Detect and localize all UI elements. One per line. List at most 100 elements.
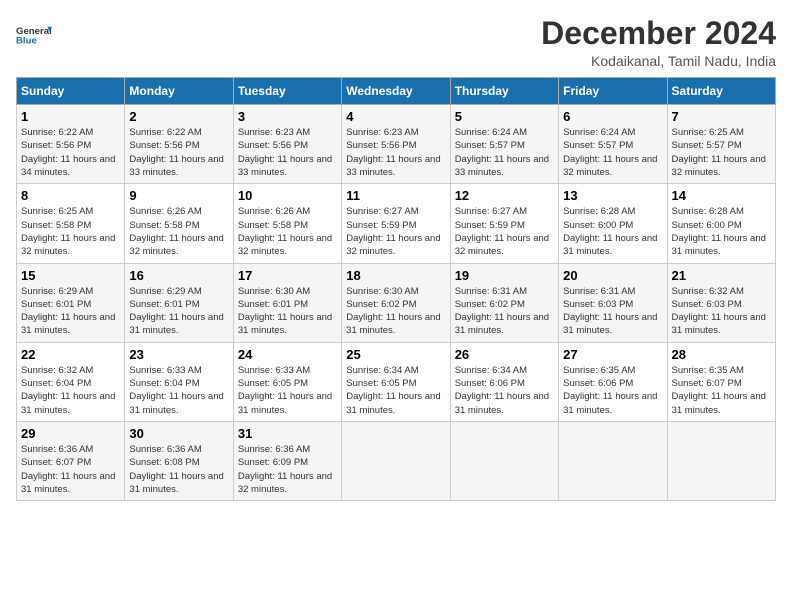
day-detail: Sunrise: 6:26 AMSunset: 5:58 PMDaylight:… bbox=[129, 205, 228, 258]
day-number: 1 bbox=[21, 109, 120, 124]
day-number: 23 bbox=[129, 347, 228, 362]
day-cell-30: 30 Sunrise: 6:36 AMSunset: 6:08 PMDayligh… bbox=[125, 421, 233, 500]
day-header-sunday: Sunday bbox=[17, 78, 125, 105]
day-number: 19 bbox=[455, 268, 554, 283]
week-row-5: 29 Sunrise: 6:36 AMSunset: 6:07 PMDayligh… bbox=[17, 421, 776, 500]
week-row-1: 1 Sunrise: 6:22 AMSunset: 5:56 PMDaylight… bbox=[17, 105, 776, 184]
day-header-tuesday: Tuesday bbox=[233, 78, 341, 105]
day-detail: Sunrise: 6:28 AMSunset: 6:00 PMDaylight:… bbox=[672, 205, 771, 258]
day-detail: Sunrise: 6:23 AMSunset: 5:56 PMDaylight:… bbox=[238, 126, 337, 179]
day-number: 30 bbox=[129, 426, 228, 441]
day-cell-2: 2 Sunrise: 6:22 AMSunset: 5:56 PMDaylight… bbox=[125, 105, 233, 184]
day-number: 14 bbox=[672, 188, 771, 203]
day-cell-19: 19Sunrise: 6:31 AMSunset: 6:02 PMDayligh… bbox=[450, 263, 558, 342]
day-header-monday: Monday bbox=[125, 78, 233, 105]
day-cell-13: 13 Sunrise: 6:28 AMSunset: 6:00 PMDayligh… bbox=[559, 184, 667, 263]
day-number: 27 bbox=[563, 347, 662, 362]
day-cell-15: 15 Sunrise: 6:29 AMSunset: 6:01 PMDayligh… bbox=[17, 263, 125, 342]
day-detail: Sunrise: 6:25 AMSunset: 5:57 PMDaylight:… bbox=[672, 126, 771, 179]
week-row-4: 22 Sunrise: 6:32 AMSunset: 6:04 PMDayligh… bbox=[17, 342, 776, 421]
day-cell-1: 1 Sunrise: 6:22 AMSunset: 5:56 PMDaylight… bbox=[17, 105, 125, 184]
day-cell-11: 11 Sunrise: 6:27 AMSunset: 5:59 PMDayligh… bbox=[342, 184, 450, 263]
week-row-2: 8Sunrise: 6:25 AMSunset: 5:58 PMDaylight… bbox=[17, 184, 776, 263]
day-detail: Sunrise: 6:30 AMSunset: 6:01 PMDaylight:… bbox=[238, 285, 337, 338]
day-number: 3 bbox=[238, 109, 337, 124]
logo: General Blue bbox=[16, 16, 52, 52]
day-detail: Sunrise: 6:36 AMSunset: 6:07 PMDaylight:… bbox=[21, 443, 120, 496]
day-detail: Sunrise: 6:33 AMSunset: 6:05 PMDaylight:… bbox=[238, 364, 337, 417]
day-number: 21 bbox=[672, 268, 771, 283]
day-number: 10 bbox=[238, 188, 337, 203]
day-number: 11 bbox=[346, 188, 445, 203]
day-detail: Sunrise: 6:36 AMSunset: 6:09 PMDaylight:… bbox=[238, 443, 337, 496]
day-cell-28: 28 Sunrise: 6:35 AMSunset: 6:07 PMDayligh… bbox=[667, 342, 775, 421]
day-cell-6: 6 Sunrise: 6:24 AMSunset: 5:57 PMDaylight… bbox=[559, 105, 667, 184]
day-number: 13 bbox=[563, 188, 662, 203]
day-detail: Sunrise: 6:32 AMSunset: 6:04 PMDaylight:… bbox=[21, 364, 120, 417]
day-number: 9 bbox=[129, 188, 228, 203]
day-number: 29 bbox=[21, 426, 120, 441]
day-detail: Sunrise: 6:27 AMSunset: 5:59 PMDaylight:… bbox=[346, 205, 445, 258]
day-number: 28 bbox=[672, 347, 771, 362]
day-cell-5: 5 Sunrise: 6:24 AMSunset: 5:57 PMDaylight… bbox=[450, 105, 558, 184]
day-detail: Sunrise: 6:22 AMSunset: 5:56 PMDaylight:… bbox=[129, 126, 228, 179]
day-detail: Sunrise: 6:35 AMSunset: 6:06 PMDaylight:… bbox=[563, 364, 662, 417]
day-cell-23: 23 Sunrise: 6:33 AMSunset: 6:04 PMDayligh… bbox=[125, 342, 233, 421]
day-cell-17: 17Sunrise: 6:30 AMSunset: 6:01 PMDayligh… bbox=[233, 263, 341, 342]
calendar-header-row: SundayMondayTuesdayWednesdayThursdayFrid… bbox=[17, 78, 776, 105]
day-number: 5 bbox=[455, 109, 554, 124]
day-number: 25 bbox=[346, 347, 445, 362]
svg-text:Blue: Blue bbox=[16, 36, 37, 47]
day-detail: Sunrise: 6:34 AMSunset: 6:06 PMDaylight:… bbox=[455, 364, 554, 417]
day-cell-12: 12Sunrise: 6:27 AMSunset: 5:59 PMDayligh… bbox=[450, 184, 558, 263]
day-number: 6 bbox=[563, 109, 662, 124]
empty-cell bbox=[559, 421, 667, 500]
day-detail: Sunrise: 6:34 AMSunset: 6:05 PMDaylight:… bbox=[346, 364, 445, 417]
calendar-body: 1 Sunrise: 6:22 AMSunset: 5:56 PMDaylight… bbox=[17, 105, 776, 501]
day-number: 24 bbox=[238, 347, 337, 362]
day-cell-16: 16Sunrise: 6:29 AMSunset: 6:01 PMDayligh… bbox=[125, 263, 233, 342]
empty-cell bbox=[342, 421, 450, 500]
day-header-wednesday: Wednesday bbox=[342, 78, 450, 105]
day-cell-14: 14 Sunrise: 6:28 AMSunset: 6:00 PMDayligh… bbox=[667, 184, 775, 263]
day-cell-27: 27 Sunrise: 6:35 AMSunset: 6:06 PMDayligh… bbox=[559, 342, 667, 421]
day-cell-10: 10Sunrise: 6:26 AMSunset: 5:58 PMDayligh… bbox=[233, 184, 341, 263]
day-detail: Sunrise: 6:28 AMSunset: 6:00 PMDaylight:… bbox=[563, 205, 662, 258]
day-detail: Sunrise: 6:27 AMSunset: 5:59 PMDaylight:… bbox=[455, 205, 554, 258]
day-number: 20 bbox=[563, 268, 662, 283]
day-cell-7: 7Sunrise: 6:25 AMSunset: 5:57 PMDaylight… bbox=[667, 105, 775, 184]
day-detail: Sunrise: 6:35 AMSunset: 6:07 PMDaylight:… bbox=[672, 364, 771, 417]
day-detail: Sunrise: 6:31 AMSunset: 6:03 PMDaylight:… bbox=[563, 285, 662, 338]
day-detail: Sunrise: 6:24 AMSunset: 5:57 PMDaylight:… bbox=[455, 126, 554, 179]
day-detail: Sunrise: 6:24 AMSunset: 5:57 PMDaylight:… bbox=[563, 126, 662, 179]
day-detail: Sunrise: 6:30 AMSunset: 6:02 PMDaylight:… bbox=[346, 285, 445, 338]
day-detail: Sunrise: 6:22 AMSunset: 5:56 PMDaylight:… bbox=[21, 126, 120, 179]
day-number: 15 bbox=[21, 268, 120, 283]
day-detail: Sunrise: 6:33 AMSunset: 6:04 PMDaylight:… bbox=[129, 364, 228, 417]
empty-cell bbox=[667, 421, 775, 500]
day-header-thursday: Thursday bbox=[450, 78, 558, 105]
day-detail: Sunrise: 6:29 AMSunset: 6:01 PMDaylight:… bbox=[129, 285, 228, 338]
day-number: 2 bbox=[129, 109, 228, 124]
calendar-table: SundayMondayTuesdayWednesdayThursdayFrid… bbox=[16, 77, 776, 501]
day-detail: Sunrise: 6:36 AMSunset: 6:08 PMDaylight:… bbox=[129, 443, 228, 496]
week-row-3: 15 Sunrise: 6:29 AMSunset: 6:01 PMDayligh… bbox=[17, 263, 776, 342]
page-header: General Blue December 2024 Kodaikanal, T… bbox=[16, 16, 776, 69]
empty-cell bbox=[450, 421, 558, 500]
day-number: 22 bbox=[21, 347, 120, 362]
day-cell-18: 18 Sunrise: 6:30 AMSunset: 6:02 PMDayligh… bbox=[342, 263, 450, 342]
day-cell-21: 21Sunrise: 6:32 AMSunset: 6:03 PMDayligh… bbox=[667, 263, 775, 342]
day-cell-3: 3 Sunrise: 6:23 AMSunset: 5:56 PMDaylight… bbox=[233, 105, 341, 184]
day-header-friday: Friday bbox=[559, 78, 667, 105]
day-cell-8: 8Sunrise: 6:25 AMSunset: 5:58 PMDaylight… bbox=[17, 184, 125, 263]
day-cell-9: 9 Sunrise: 6:26 AMSunset: 5:58 PMDaylight… bbox=[125, 184, 233, 263]
day-detail: Sunrise: 6:29 AMSunset: 6:01 PMDaylight:… bbox=[21, 285, 120, 338]
day-number: 4 bbox=[346, 109, 445, 124]
day-cell-29: 29 Sunrise: 6:36 AMSunset: 6:07 PMDayligh… bbox=[17, 421, 125, 500]
day-number: 26 bbox=[455, 347, 554, 362]
day-cell-22: 22 Sunrise: 6:32 AMSunset: 6:04 PMDayligh… bbox=[17, 342, 125, 421]
day-number: 18 bbox=[346, 268, 445, 283]
day-cell-25: 25 Sunrise: 6:34 AMSunset: 6:05 PMDayligh… bbox=[342, 342, 450, 421]
title-block: December 2024 Kodaikanal, Tamil Nadu, In… bbox=[541, 16, 776, 69]
day-header-saturday: Saturday bbox=[667, 78, 775, 105]
